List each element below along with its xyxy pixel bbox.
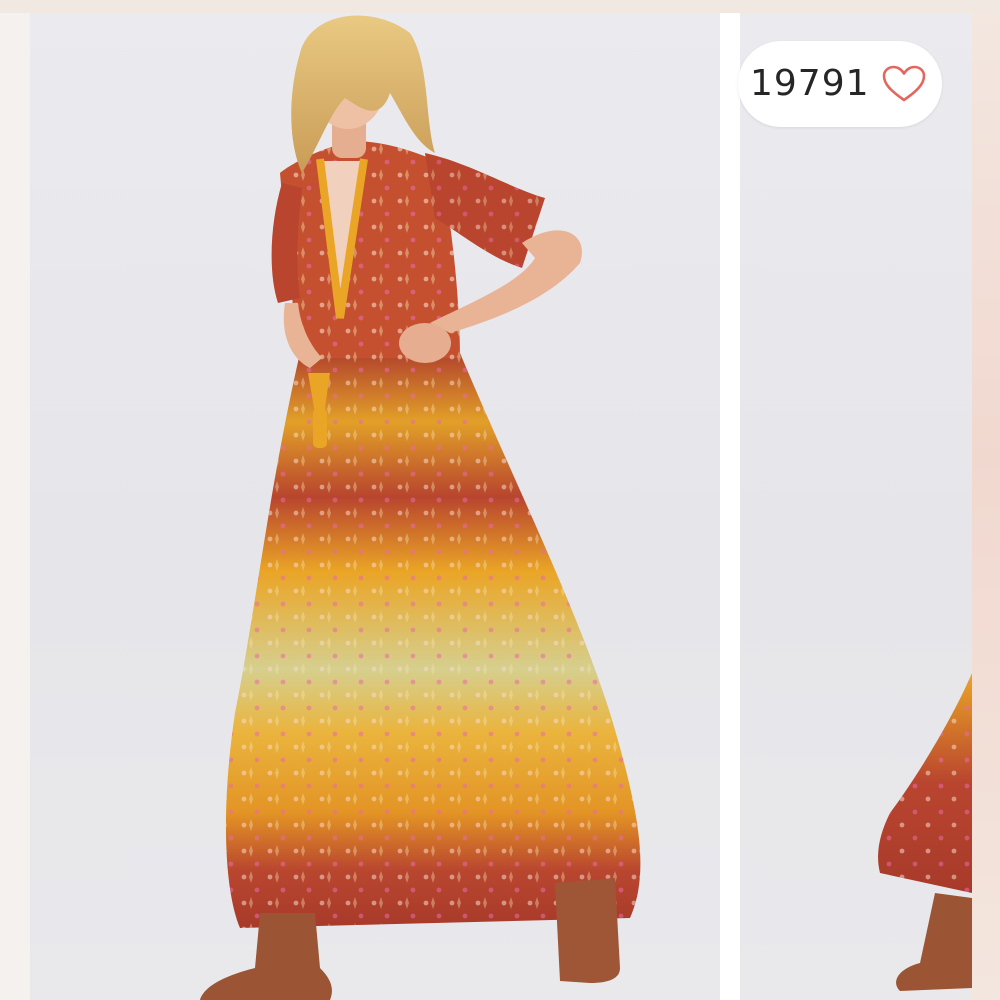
like-count: 19791 (750, 63, 870, 104)
product-photo-next[interactable] (740, 13, 972, 1000)
top-strip (0, 0, 1000, 13)
next-photo-illustration (878, 673, 972, 991)
left-edge (0, 13, 30, 1000)
listing-photo-viewer: 19791 (0, 0, 1000, 1000)
dress-model-illustration (200, 15, 641, 1000)
right-edge (972, 13, 1000, 1000)
like-counter[interactable]: 19791 (738, 41, 942, 127)
heart-outline-icon[interactable] (880, 64, 928, 104)
product-photo-main[interactable] (30, 13, 720, 1000)
photo-gutter (720, 13, 740, 1000)
